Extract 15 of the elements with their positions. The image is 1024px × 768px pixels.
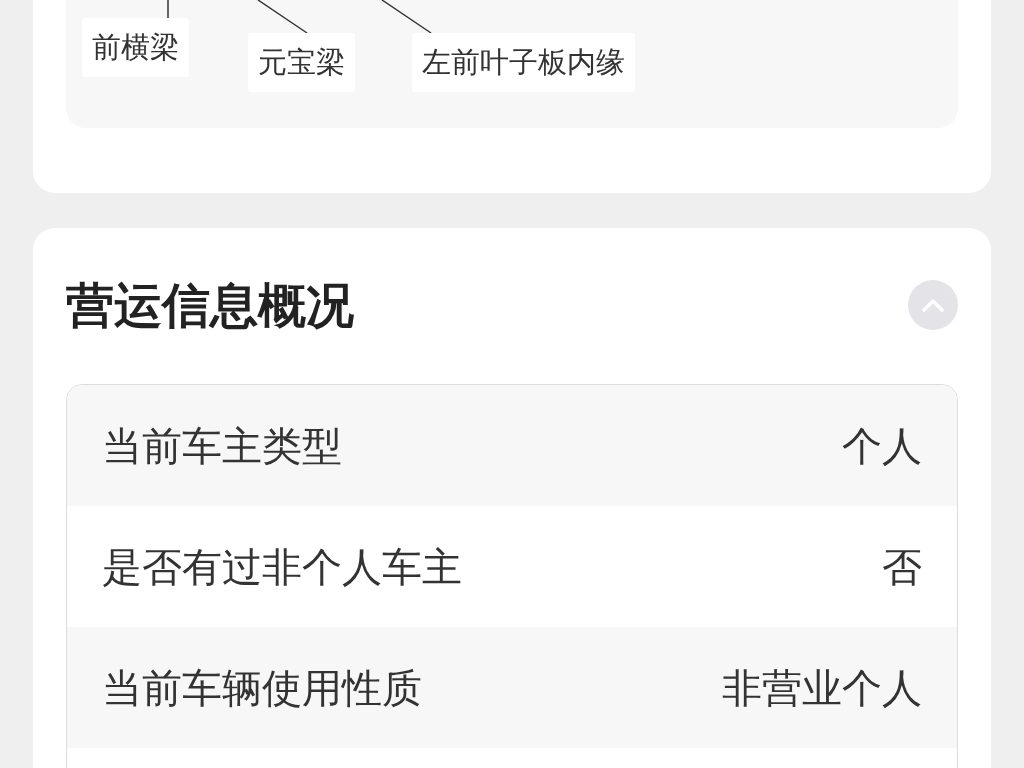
part-label: 元宝梁 (248, 33, 355, 92)
chevron-up-icon (922, 298, 944, 312)
row-label: 是否有过非个人车主 (102, 542, 462, 591)
leader-line (381, 0, 432, 34)
row-value: 非营业个人 (722, 663, 922, 712)
leader-line (257, 0, 308, 34)
part-label: 左前叶子板内缘 (412, 33, 635, 92)
row-label: 当前车辆使用性质 (102, 663, 422, 712)
row-label: 当前车主类型 (102, 421, 342, 470)
section-title: 营运信息概况 (66, 276, 354, 334)
collapse-button[interactable] (908, 280, 958, 330)
part-label: 前横梁 (82, 18, 189, 77)
row-value: 个人 (842, 421, 922, 470)
row-value: 否 (882, 542, 922, 591)
leader-line (167, 0, 169, 19)
